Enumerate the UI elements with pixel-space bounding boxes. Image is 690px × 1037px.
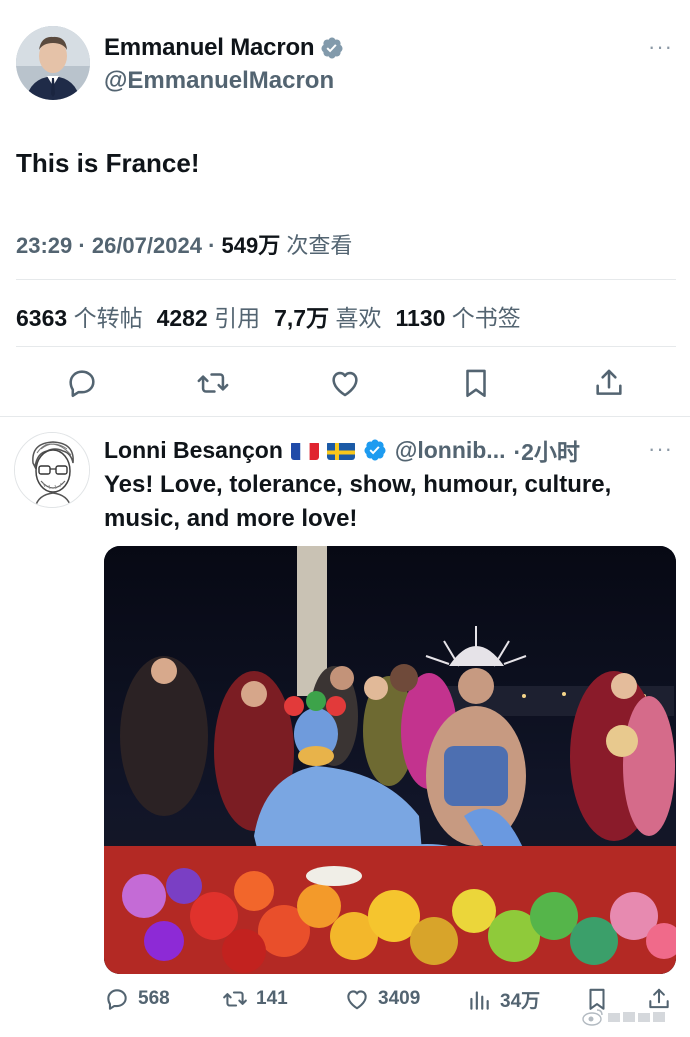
author-name-text[interactable]: Emmanuel Macron	[104, 34, 315, 62]
likes-stat[interactable]: 7,7万 喜欢	[274, 299, 381, 333]
divider	[16, 279, 676, 280]
tweet-meta: 23:29 · 26/07/2024 · 549万 次查看	[16, 233, 353, 258]
share-icon[interactable]	[592, 366, 626, 400]
reply-header: Lonni Besançon @lonnib... ·2小时	[104, 433, 580, 467]
more-options-icon[interactable]: ···	[648, 436, 673, 462]
reposts-count: 6363	[16, 305, 68, 331]
quotes-count: 4282	[156, 305, 208, 331]
views-icon	[470, 990, 489, 1010]
author-name[interactable]: Emmanuel Macron	[104, 34, 344, 62]
reply-repost-action[interactable]: 141	[222, 986, 288, 1012]
tweet-time[interactable]: 23:29	[16, 233, 72, 258]
views-label: 次查看	[286, 233, 353, 258]
reply-author-avatar[interactable]	[14, 432, 90, 508]
like-icon[interactable]	[328, 366, 362, 400]
bookmark-icon[interactable]	[459, 366, 493, 400]
repost-icon[interactable]	[196, 366, 230, 400]
reposts-label: 个转帖	[73, 305, 143, 331]
verified-badge-icon	[364, 439, 386, 461]
reply-like-action[interactable]: 3409	[344, 986, 420, 1012]
tweet-text: This is France!	[16, 148, 200, 178]
divider	[16, 346, 676, 347]
reply-time[interactable]: ·2小时	[513, 433, 579, 467]
bookmarks-stat[interactable]: 1130 个书签	[396, 299, 521, 333]
reposts-count: 141	[256, 988, 288, 1009]
divider	[0, 416, 690, 417]
verified-badge-icon	[321, 37, 343, 59]
reply-views-action[interactable]: 34万	[466, 986, 540, 1013]
author-handle[interactable]: @EmmanuelMacron	[104, 67, 334, 95]
reply-author-name[interactable]: Lonni Besançon	[104, 437, 283, 464]
tweet-date[interactable]: 26/07/2024	[92, 233, 202, 258]
views-count: 34万	[500, 991, 541, 1012]
reply-photo[interactable]	[104, 546, 676, 974]
replies-count: 568	[138, 988, 170, 1009]
reposts-stat[interactable]: 6363 个转帖	[16, 299, 143, 333]
watermark-text-graphic	[608, 1012, 665, 1022]
france-flag-icon	[290, 441, 319, 460]
weibo-logo-icon	[582, 1009, 603, 1026]
quotes-label: 引用	[214, 305, 261, 331]
reply-comment-action[interactable]: 568	[104, 986, 170, 1012]
reply-icon	[107, 989, 127, 1010]
sweden-flag-icon	[326, 441, 355, 460]
tweet-actions	[16, 360, 676, 406]
quotes-stat[interactable]: 4282 引用	[157, 299, 261, 333]
reply-author-handle[interactable]: @lonnib...	[395, 437, 506, 464]
likes-count: 7,7万	[274, 305, 330, 331]
views-count: 549万	[221, 233, 281, 258]
author-avatar[interactable]	[16, 26, 90, 100]
repost-icon	[223, 991, 247, 1007]
bookmarks-count: 1130	[395, 305, 446, 331]
likes-label: 喜欢	[335, 305, 382, 331]
tweet-stats: 6363 个转帖 4282 引用 7,7万 喜欢 1130 个书签	[16, 299, 521, 333]
watermark	[582, 1004, 682, 1030]
more-options-icon[interactable]: ···	[648, 34, 673, 60]
likes-count: 3409	[378, 988, 421, 1009]
reply-icon[interactable]	[65, 366, 99, 400]
bookmarks-label: 个书签	[451, 305, 521, 331]
like-icon	[347, 990, 367, 1010]
reply-text: Yes! Love, tolerance, show, humour, cult…	[104, 471, 612, 532]
